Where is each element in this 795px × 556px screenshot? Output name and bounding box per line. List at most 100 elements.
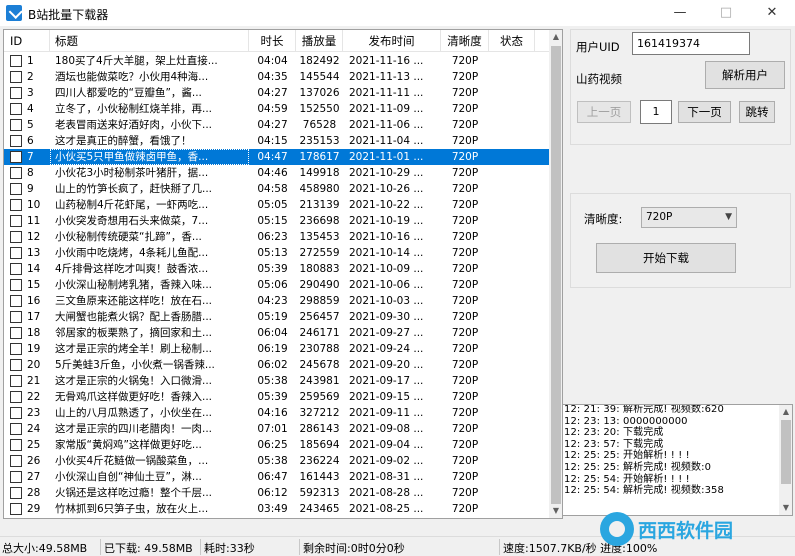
table-row[interactable]: 2 酒坛也能做菜吃？小伙用4种海... 04:35 145544 2021-11-13 … [4,69,549,85]
row-checkbox[interactable] [10,471,22,483]
row-checkbox[interactable] [10,391,22,403]
row-checkbox[interactable] [10,71,22,83]
table-row[interactable]: 9 山上的竹笋长疯了，赶快掰了几... 04:58 458980 2021-10-26 … [4,181,549,197]
row-id: 25 [4,437,50,453]
video-table[interactable]: ID 标题 时长 播放量 发布时间 清晰度 状态 1 180买了4斤大羊腿，架上灶… [3,29,563,519]
row-checkbox[interactable] [10,199,22,211]
table-row[interactable]: 8 小伙花3小时秘制茶叶猪肝，据... 04:46 149918 2021-10-29 … [4,165,549,181]
table-row[interactable]: 10 山药秘制4斤花虾尾，一虾两吃... 05:05 213139 2021-10-22… [4,197,549,213]
row-status [489,437,535,453]
row-checkbox[interactable] [10,231,22,243]
row-checkbox[interactable] [10,151,22,163]
scroll-thumb[interactable] [551,46,561,504]
row-checkbox[interactable] [10,455,22,467]
resolution-select[interactable]: 720P ▼ [641,207,737,228]
header-resolution[interactable]: 清晰度 [441,30,489,52]
header-id[interactable]: ID [4,30,50,52]
table-row[interactable]: 28 火锅还是这样吃过瘾！整个千层... 06:12 592313 2021-08-28… [4,485,549,501]
table-row[interactable]: 21 这才是正宗的火锅兔！入口微滑... 05:38 243981 2021-09-17… [4,373,549,389]
header-duration[interactable]: 时长 [249,30,296,52]
row-checkbox[interactable] [10,327,22,339]
table-row[interactable]: 4 立冬了，小伙秘制红烧羊排，再... 04:59 152550 2021-11-09 … [4,101,549,117]
row-duration: 04:23 [257,295,288,307]
table-row[interactable]: 27 小伙深山自创“神仙土豆”，淋... 06:47 161443 2021-08-31… [4,469,549,485]
row-checkbox[interactable] [10,263,22,275]
table-scrollbar[interactable]: ▲ ▼ [549,30,562,518]
row-checkbox[interactable] [10,503,22,515]
prev-page-button[interactable]: 上一页 [577,101,631,123]
table-row[interactable]: 12 小伙秘制传统硬菜“扎蹄”，香... 06:23 135453 2021-10-16… [4,229,549,245]
uid-input[interactable]: 161419374 [632,32,750,55]
jump-button[interactable]: 跳转 [739,101,775,123]
table-row[interactable]: 11 小伙突发奇想用石头来做菜，7... 05:15 236698 2021-10-19… [4,213,549,229]
scroll-up-icon[interactable]: ▲ [549,30,562,44]
row-checkbox[interactable] [10,135,22,147]
row-checkbox[interactable] [10,439,22,451]
table-row[interactable]: 14 4斤排骨这样吃才叫爽！鼓香浓... 05:39 180883 2021-10-09… [4,261,549,277]
row-checkbox[interactable] [10,87,22,99]
header-status[interactable]: 状态 [489,30,535,52]
log-lines: 12: 21: 39: 解析完成! 视频数:620 12: 23: 13: 000… [563,405,779,497]
row-checkbox[interactable] [10,423,22,435]
row-id-label: 10 [27,199,41,211]
table-row[interactable]: 29 竹林抓到6只笋子虫，放在火上... 03:49 243465 2021-08-25… [4,501,549,517]
header-plays[interactable]: 播放量 [296,30,343,52]
table-row[interactable]: 13 小伙雨中吃烧烤，4条耗儿鱼配... 05:13 272559 2021-10-14… [4,245,549,261]
next-page-button[interactable]: 下一页 [678,101,731,123]
row-resolution: 720P [451,455,479,467]
row-checkbox[interactable] [10,103,22,115]
table-row[interactable]: 3 四川人都爱吃的“豆瓣鱼”，酱... 04:27 137026 2021-11-11 … [4,85,549,101]
page-number-input[interactable]: 1 [640,100,672,124]
row-checkbox[interactable] [10,167,22,179]
table-row[interactable]: 24 这才是正宗的四川老腊肉！一肉... 07:01 286143 2021-09-08… [4,421,549,437]
table-row[interactable]: 15 小伙深山秘制烤乳猪，香辣入味... 05:06 290490 2021-10-06… [4,277,549,293]
table-row[interactable]: 22 无骨鸡爪这样做更好吃！香辣入... 05:39 259569 2021-09-15… [4,389,549,405]
scroll-down-icon[interactable]: ▼ [779,501,792,515]
row-checkbox[interactable] [10,375,22,387]
table-row[interactable]: 26 小伙买4斤花鲢做一锅酸菜鱼，... 05:38 236224 2021-09-02… [4,453,549,469]
log-line: 12: 25: 25: 解析完成! 视频数:0 [564,461,712,473]
close-button[interactable]: ✕ [749,0,795,26]
scroll-down-icon[interactable]: ▼ [549,504,562,518]
maximize-button[interactable]: □ [703,0,749,26]
log-scrollbar[interactable]: ▲ ▼ [779,405,792,515]
minimize-button[interactable]: — [657,0,703,26]
scroll-up-icon[interactable]: ▲ [779,405,792,419]
row-checkbox[interactable] [10,359,22,371]
row-checkbox[interactable] [10,183,22,195]
row-id-label: 27 [27,471,41,483]
table-row[interactable]: 7 小伙买5只甲鱼做辣卤甲鱼，香... 04:47 178617 2021-11-01 … [4,149,549,165]
table-row[interactable]: 1 180买了4斤大羊腿，架上灶直接... 04:04 182492 2021-11-1… [4,53,549,69]
table-row[interactable]: 5 老表冒雨送来好酒好肉，小伙下... 04:27 76528 2021-11-06 .… [4,117,549,133]
row-checkbox[interactable] [10,311,22,323]
row-checkbox[interactable] [10,119,22,131]
row-checkbox[interactable] [10,247,22,259]
table-row[interactable]: 23 山上的八月瓜熟透了，小伙坐在... 04:16 327212 2021-09-11… [4,405,549,421]
row-plays: 243981 [299,375,340,387]
row-duration: 06:02 [257,359,288,371]
row-resolution: 720P [451,55,479,67]
row-date: 2021-11-04 ... [349,135,424,147]
row-checkbox[interactable] [10,487,22,499]
header-title[interactable]: 标题 [50,30,249,52]
row-checkbox[interactable] [10,55,22,67]
table-row[interactable]: 18 邻居家的板栗熟了，摘回家和土... 06:04 246171 2021-09-27… [4,325,549,341]
scroll-thumb[interactable] [781,420,791,484]
parse-user-button[interactable]: 解析用户 [705,61,785,89]
table-row[interactable]: 25 家常版“黄焖鸡”这样做更好吃... 06:25 185694 2021-09-04… [4,437,549,453]
table-row[interactable]: 17 大闸蟹也能煮火锅？配上香肠腊... 05:19 256457 2021-09-30… [4,309,549,325]
row-checkbox[interactable] [10,279,22,291]
row-checkbox[interactable] [10,407,22,419]
table-row[interactable]: 19 这才是正宗的烤全羊！刷上秘制... 06:19 230788 2021-09-24… [4,341,549,357]
row-date: 2021-11-11 ... [349,87,424,99]
table-row[interactable]: 16 三文鱼原来还能这样吃！放在石... 04:23 298859 2021-10-03… [4,293,549,309]
start-download-button[interactable]: 开始下载 [596,243,736,273]
row-checkbox[interactable] [10,295,22,307]
row-checkbox[interactable] [10,343,22,355]
table-row[interactable]: 6 这才是真正的醉蟹，看饿了！ 04:15 235153 2021-11-04 ... 7… [4,133,549,149]
log-box[interactable]: 12: 21: 39: 解析完成! 视频数:620 12: 23: 13: 000… [562,404,793,516]
header-date[interactable]: 发布时间 [343,30,441,52]
row-checkbox[interactable] [10,215,22,227]
table-row[interactable]: 20 5斤美蛙3斤鱼，小伙煮一锅香辣... 06:02 245678 2021-09-2… [4,357,549,373]
status-total-size: 总大小:49.58MB [2,542,88,555]
